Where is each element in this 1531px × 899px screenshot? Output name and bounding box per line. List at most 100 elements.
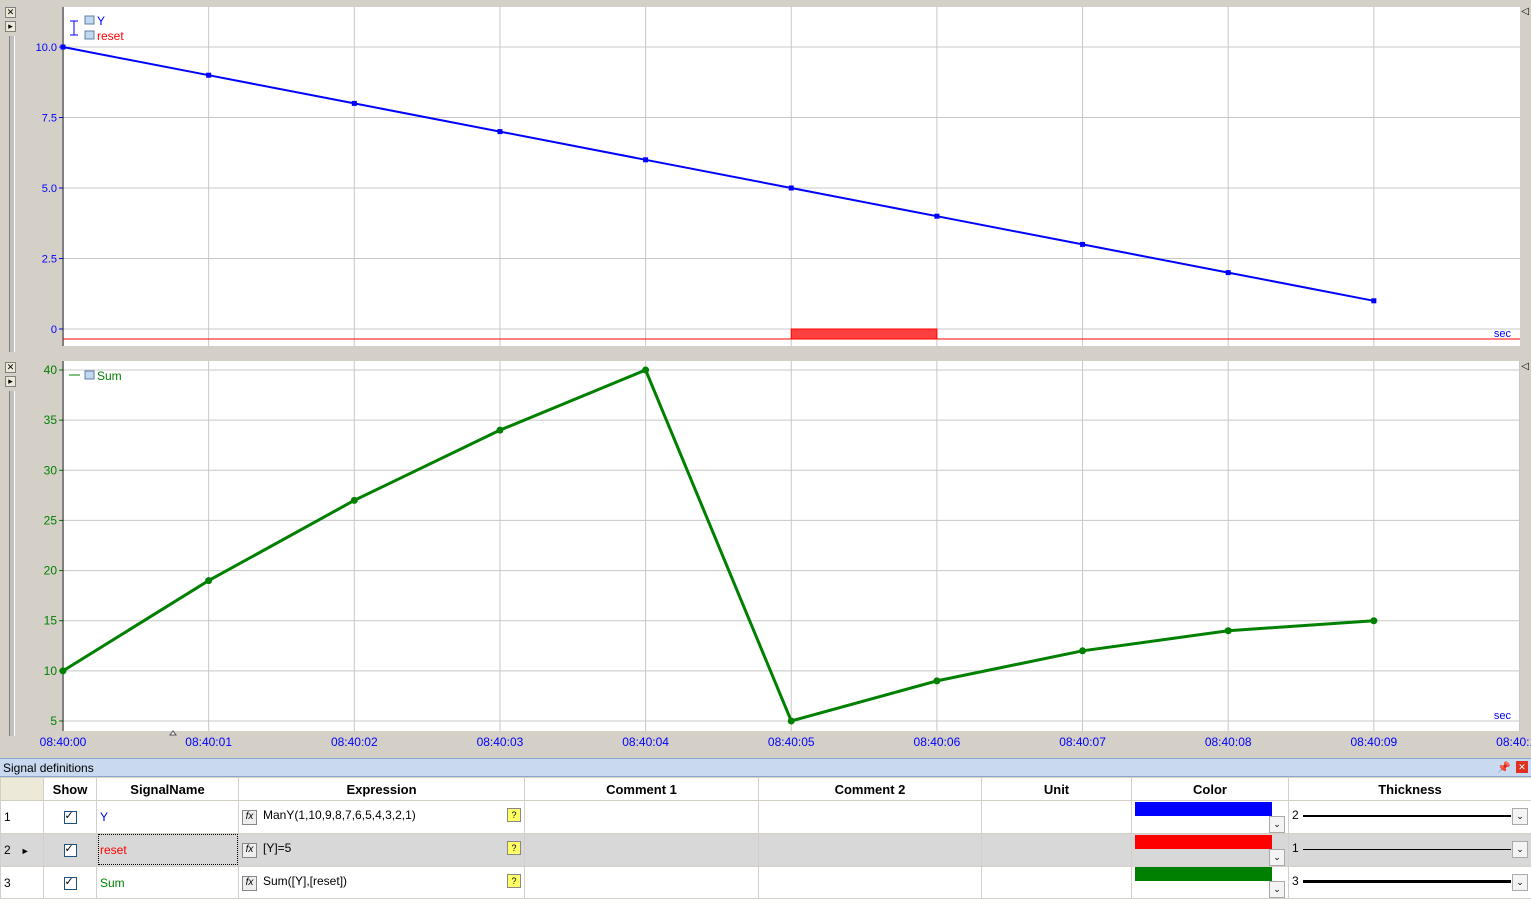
y-tick-label: 30 — [44, 463, 58, 477]
chevron-down-icon[interactable]: ⌄ — [1512, 874, 1528, 891]
show-cell[interactable] — [44, 866, 97, 899]
thickness-cell[interactable]: 3⌄ — [1289, 866, 1531, 899]
function-icon[interactable]: fx — [242, 810, 257, 825]
x-tick-label: 08:40:01 — [185, 735, 232, 749]
pin-icon[interactable]: 📌 — [1497, 761, 1511, 774]
expression-text: ManY(1,10,9,8,7,6,5,4,3,2,1) — [263, 808, 416, 822]
expression-text: Sum([Y],[reset]) — [263, 874, 347, 888]
signal-name-text: reset — [100, 843, 127, 857]
data-point-Y — [61, 45, 66, 50]
signal-table: Show SignalName Expression Comment 1 Com… — [0, 777, 1531, 899]
thickness-line-preview — [1303, 849, 1511, 850]
row-number: 3 — [1, 866, 44, 899]
row-number-text: 2 — [4, 843, 11, 857]
comment1-cell[interactable] — [525, 866, 759, 899]
data-point-Y — [1371, 298, 1376, 303]
color-cell[interactable]: ⌄ — [1132, 833, 1289, 866]
y-tick-label: 35 — [44, 413, 58, 427]
help-icon[interactable]: ? — [507, 808, 521, 822]
chevron-down-icon[interactable]: ⌄ — [1269, 849, 1285, 866]
data-point-Sum — [933, 677, 940, 684]
color-cell[interactable]: ⌄ — [1132, 866, 1289, 899]
thickness-line-preview — [1303, 880, 1511, 883]
data-point-Sum — [205, 577, 212, 584]
expression-cell[interactable]: fx[Y]=5? — [239, 833, 525, 866]
y-tick-label: 15 — [44, 614, 58, 628]
data-point-Y — [1080, 242, 1085, 247]
thickness-value: 3 — [1292, 874, 1299, 888]
signal-name-text: Y — [100, 810, 108, 824]
data-point-Sum — [351, 497, 358, 504]
help-icon[interactable]: ? — [507, 841, 521, 855]
data-point-Y — [497, 129, 502, 134]
x-tick-label: 08:40:07 — [1059, 735, 1106, 749]
data-point-Y — [643, 157, 648, 162]
signal-name-cell[interactable]: reset — [97, 833, 239, 866]
comment2-cell[interactable] — [759, 833, 982, 866]
data-point-Y — [1226, 270, 1231, 275]
col-header-unit[interactable]: Unit — [982, 778, 1132, 801]
thickness-value: 2 — [1292, 808, 1299, 822]
x-tick-label: 08:40:00 — [40, 735, 87, 749]
show-cell[interactable] — [44, 833, 97, 866]
color-swatch[interactable] — [1135, 835, 1272, 849]
thickness-cell[interactable]: 1⌄ — [1289, 833, 1531, 866]
legend-label-reset: reset — [97, 29, 124, 43]
panel-header: Signal definitions 📌 ✕ — [0, 758, 1531, 777]
function-icon[interactable]: fx — [242, 843, 257, 858]
show-checkbox[interactable] — [64, 811, 77, 824]
table-row[interactable]: 3SumfxSum([Y],[reset])?⌄3⌄ — [1, 866, 1531, 899]
expression-cell[interactable]: fx Sum([Y],[reset])? — [239, 866, 525, 899]
y-tick-label: 20 — [44, 564, 58, 578]
thickness-cell[interactable]: 2⌄ — [1289, 801, 1531, 834]
row-number: 1 — [1, 801, 44, 834]
signal-name-cell[interactable]: Sum — [97, 866, 239, 899]
expression-cell[interactable]: fx ManY(1,10,9,8,7,6,5,4,3,2,1)? — [239, 801, 525, 834]
x-tick-label: 08:40:02 — [331, 735, 378, 749]
color-swatch[interactable] — [1135, 802, 1272, 816]
chevron-down-icon[interactable]: ⌄ — [1269, 816, 1285, 833]
data-point-Sum — [1225, 627, 1232, 634]
col-header-thickness[interactable]: Thickness — [1289, 778, 1531, 801]
data-point-Sum — [1370, 617, 1377, 624]
col-header-comment1[interactable]: Comment 1 — [525, 778, 759, 801]
unit-label-top: sec — [1494, 328, 1512, 340]
col-header-rownum — [1, 778, 44, 801]
table-row[interactable]: 2►resetfx[Y]=5?⌄1⌄ — [1, 833, 1531, 866]
show-checkbox[interactable] — [64, 844, 77, 857]
comment1-cell[interactable] — [525, 801, 759, 834]
comment2-cell[interactable] — [759, 866, 982, 899]
reset-series-bar — [791, 329, 937, 339]
color-swatch[interactable] — [1135, 867, 1272, 881]
col-header-signalname[interactable]: SignalName — [97, 778, 239, 801]
thickness-value: 1 — [1292, 841, 1299, 855]
function-icon[interactable]: fx — [242, 876, 257, 891]
legend-monitor-icon — [85, 371, 94, 379]
x-tick-label: 08:40:06 — [914, 735, 961, 749]
col-header-comment2[interactable]: Comment 2 — [759, 778, 982, 801]
y-tick-label: 40 — [44, 363, 58, 377]
signal-name-cell[interactable]: Y — [97, 801, 239, 834]
show-checkbox[interactable] — [64, 877, 77, 890]
table-row[interactable]: 1YfxManY(1,10,9,8,7,6,5,4,3,2,1)?⌄2⌄ — [1, 801, 1531, 834]
unit-cell[interactable] — [982, 833, 1132, 866]
col-header-show[interactable]: Show — [44, 778, 97, 801]
chevron-down-icon[interactable]: ⌄ — [1512, 808, 1528, 825]
chevron-down-icon[interactable]: ⌄ — [1269, 881, 1285, 898]
help-icon[interactable]: ? — [507, 874, 521, 888]
color-cell[interactable]: ⌄ — [1132, 801, 1289, 834]
show-cell[interactable] — [44, 801, 97, 834]
unit-cell[interactable] — [982, 801, 1132, 834]
row-number-text: 1 — [4, 810, 11, 824]
data-point-Sum — [788, 718, 795, 725]
data-point-Sum — [642, 367, 649, 374]
chart-area: 02.55.07.510.0Yresetsec510152025303540Su… — [0, 0, 1531, 756]
col-header-color[interactable]: Color — [1132, 778, 1289, 801]
comment2-cell[interactable] — [759, 801, 982, 834]
y-tick-label: 25 — [44, 513, 58, 527]
unit-cell[interactable] — [982, 866, 1132, 899]
comment1-cell[interactable] — [525, 833, 759, 866]
col-header-expression[interactable]: Expression — [239, 778, 525, 801]
close-icon[interactable]: ✕ — [1516, 761, 1528, 773]
chevron-down-icon[interactable]: ⌄ — [1512, 841, 1528, 858]
